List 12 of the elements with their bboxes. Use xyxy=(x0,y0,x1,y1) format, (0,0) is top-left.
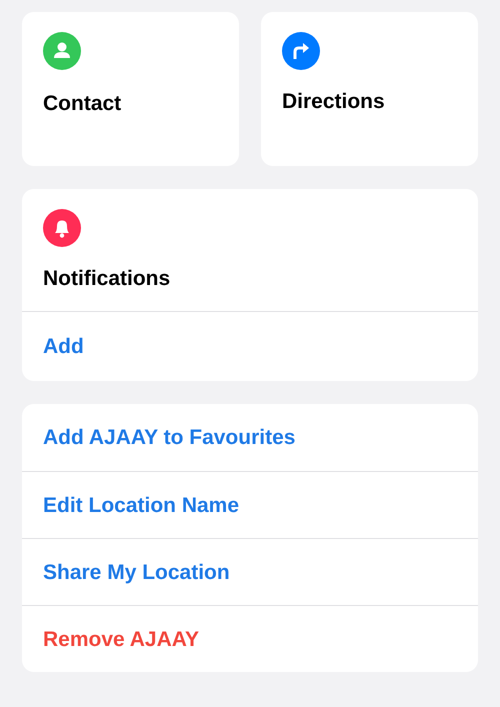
card-title: Directions xyxy=(282,90,386,114)
action-item[interactable]: Edit Location Name xyxy=(22,471,478,538)
card-title: Notifications xyxy=(43,267,172,291)
card-title: Contact xyxy=(43,92,122,116)
action-item[interactable]: Add AJAAY to Favourites xyxy=(22,404,478,471)
shortcut-card[interactable]: Contact xyxy=(22,12,239,166)
bell-icon xyxy=(43,209,81,247)
add-button[interactable]: Add xyxy=(22,312,478,381)
person-icon xyxy=(43,32,81,70)
shortcut-card[interactable]: Directions xyxy=(261,12,478,166)
action-item[interactable]: Share My Location xyxy=(22,538,478,605)
action-item[interactable]: Remove AJAAY xyxy=(22,605,478,672)
